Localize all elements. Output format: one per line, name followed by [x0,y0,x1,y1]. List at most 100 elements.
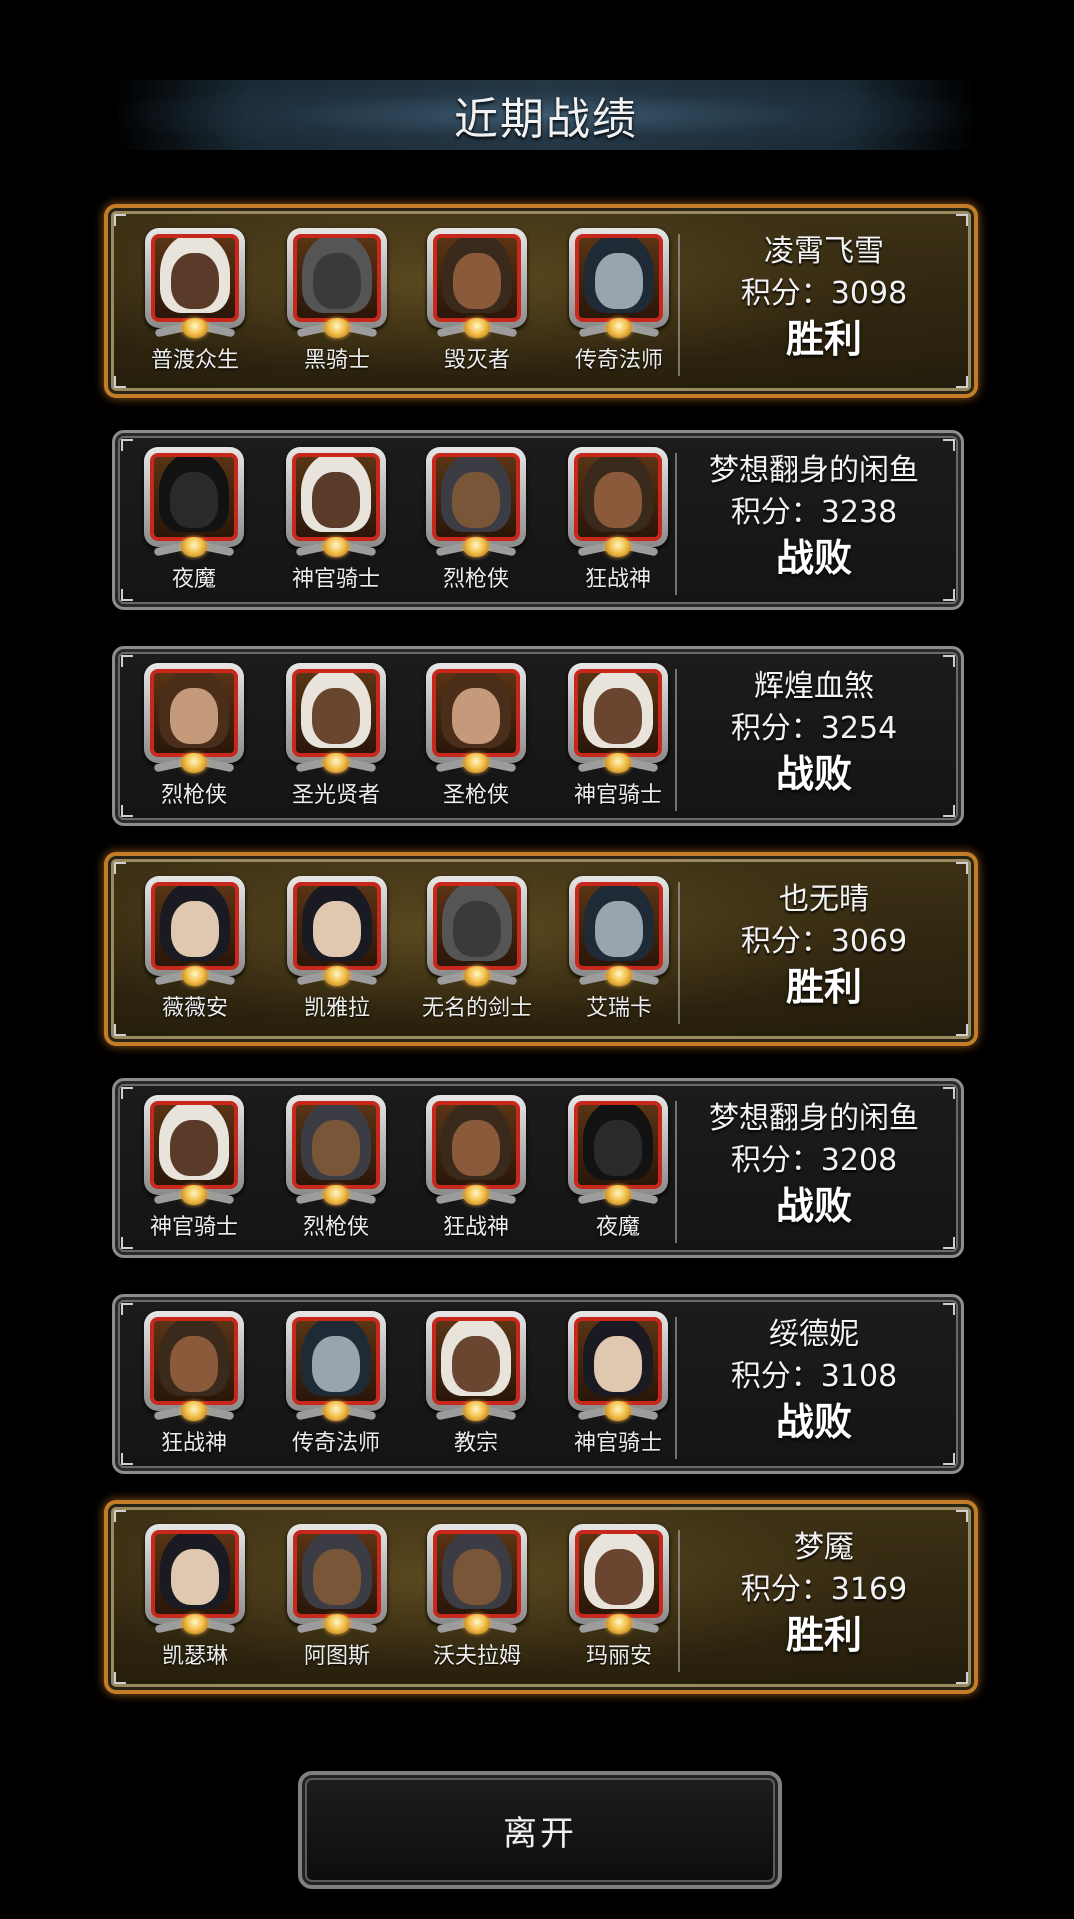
record-card[interactable]: 凯瑟琳 阿图斯 沃夫拉姆 玛丽安 梦魇 积分：3169 胜利 [104,1500,978,1694]
hero-portrait[interactable] [144,447,244,557]
hero-portrait[interactable] [568,1311,668,1421]
hero-portrait[interactable] [145,1524,245,1634]
rank-medal-icon [323,1401,349,1421]
hero-portrait[interactable] [144,1311,244,1421]
rank-medal-icon [606,1614,632,1634]
record-card[interactable]: 烈枪侠 圣光贤者 圣枪侠 神官骑士 辉煌血煞 积分：3254 战败 [112,646,964,826]
hero-slot[interactable]: 黑骑士 [272,228,402,374]
hero-slot[interactable]: 神官骑士 [553,1311,683,1457]
hero-slot[interactable]: 夜魔 [129,447,259,593]
divider [678,1530,680,1672]
portrait-frame [575,882,663,970]
hero-slot[interactable]: 夜魔 [553,1095,683,1241]
hero-slot[interactable]: 无名的剑士 [412,876,542,1022]
rank-medal-icon [463,1185,489,1205]
hero-portrait[interactable] [287,1524,387,1634]
hero-face-shape [313,1549,361,1606]
hero-portrait[interactable] [426,663,526,773]
hero-slot[interactable]: 狂战神 [129,1311,259,1457]
hero-portrait[interactable] [286,1311,386,1421]
hero-portrait[interactable] [426,1311,526,1421]
portrait-frame [293,1530,381,1618]
hero-slot[interactable]: 烈枪侠 [129,663,259,809]
hero-face-shape [452,472,500,529]
hero-portrait[interactable] [145,876,245,986]
hero-slot[interactable]: 传奇法师 [271,1311,401,1457]
hero-name: 夜魔 [171,567,216,592]
hero-portrait[interactable] [287,228,387,338]
hero-slot[interactable]: 艾瑞卡 [554,876,684,1022]
hero-slot[interactable]: 狂战神 [553,447,683,593]
hero-portrait[interactable] [144,1095,244,1205]
hero-portrait[interactable] [286,663,386,773]
hero-portrait[interactable] [569,1524,669,1634]
hero-slot[interactable]: 毁灭者 [412,228,542,374]
hero-face-shape [453,1549,501,1606]
hero-portrait[interactable] [569,228,669,338]
hero-slot[interactable]: 烈枪侠 [271,1095,401,1241]
hero-face-shape [595,901,643,958]
hero-portrait[interactable] [287,876,387,986]
hero-name: 传奇法师 [291,1431,380,1456]
hero-slot[interactable]: 薇薇安 [130,876,260,1022]
match-info: 绥德妮 积分：3108 战败 [679,1315,949,1445]
hero-slot[interactable]: 神官骑士 [271,447,401,593]
hero-portrait[interactable] [568,447,668,557]
hero-name: 薇薇安 [161,996,228,1021]
hero-slot[interactable]: 圣光贤者 [271,663,401,809]
hero-lineup: 普渡众生 黑骑士 毁灭者 传奇法师 [130,228,696,378]
portrait-frame [150,1317,238,1405]
hero-portrait[interactable] [568,1095,668,1205]
hero-slot[interactable]: 神官骑士 [129,1095,259,1241]
hero-name: 狂战神 [584,567,651,592]
record-card[interactable]: 薇薇安 凯雅拉 无名的剑士 艾瑞卡 也无晴 积分：3069 胜利 [104,852,978,1046]
hero-portrait[interactable] [569,876,669,986]
record-card[interactable]: 夜魔 神官骑士 烈枪侠 狂战神 梦想翻身的闲鱼 积分：3238 战败 [112,430,964,610]
hero-slot[interactable]: 阿图斯 [272,1524,402,1670]
hero-name: 艾瑞卡 [585,996,652,1021]
record-card[interactable]: 狂战神 传奇法师 教宗 神官骑士 绥德妮 积分：3108 战败 [112,1294,964,1474]
hero-slot[interactable]: 烈枪侠 [411,447,541,593]
hero-name: 夜魔 [595,1215,640,1240]
hero-portrait[interactable] [427,876,527,986]
hero-portrait[interactable] [286,1095,386,1205]
hero-portrait[interactable] [427,1524,527,1634]
hero-portrait[interactable] [426,447,526,557]
hero-slot[interactable]: 教宗 [411,1311,541,1457]
hero-name: 传奇法师 [574,348,663,373]
rank-medal-icon [605,1185,631,1205]
hero-portrait[interactable] [426,1095,526,1205]
portrait-frame [292,453,380,541]
hero-slot[interactable]: 传奇法师 [554,228,684,374]
hero-name: 毁灭者 [443,348,510,373]
record-card[interactable]: 普渡众生 黑骑士 毁灭者 传奇法师 凌霄飞雪 积分：3098 胜利 [104,204,978,398]
hero-portrait[interactable] [568,663,668,773]
hero-slot[interactable]: 普渡众生 [130,228,260,374]
hero-portrait[interactable] [144,663,244,773]
rank-medal-icon [606,966,632,986]
hero-slot[interactable]: 玛丽安 [554,1524,684,1670]
hero-slot[interactable]: 狂战神 [411,1095,541,1241]
match-result: 战败 [775,1184,852,1228]
hero-slot[interactable]: 圣枪侠 [411,663,541,809]
hero-portrait[interactable] [286,447,386,557]
hero-portrait[interactable] [427,228,527,338]
match-info: 辉煌血煞 积分：3254 战败 [679,667,949,797]
rank-medal-icon [464,966,490,986]
divider [675,1317,677,1459]
hero-slot[interactable]: 神官骑士 [553,663,683,809]
portrait-frame [292,1317,380,1405]
leave-button[interactable]: 离开 [298,1771,782,1889]
hero-face-shape [312,472,360,529]
hero-slot[interactable]: 沃夫拉姆 [412,1524,542,1670]
hero-slot[interactable]: 凯瑟琳 [130,1524,260,1670]
page-title: 近期战绩 [454,94,638,145]
record-card[interactable]: 神官骑士 烈枪侠 狂战神 夜魔 梦想翻身的闲鱼 积分：3208 战败 [112,1078,964,1258]
hero-slot[interactable]: 凯雅拉 [272,876,402,1022]
corner-ornament [114,1510,126,1522]
hero-portrait[interactable] [145,228,245,338]
hero-name: 圣枪侠 [442,783,509,808]
rank-medal-icon [324,966,350,986]
hero-face-shape [313,253,361,310]
hero-face-shape [594,688,642,745]
